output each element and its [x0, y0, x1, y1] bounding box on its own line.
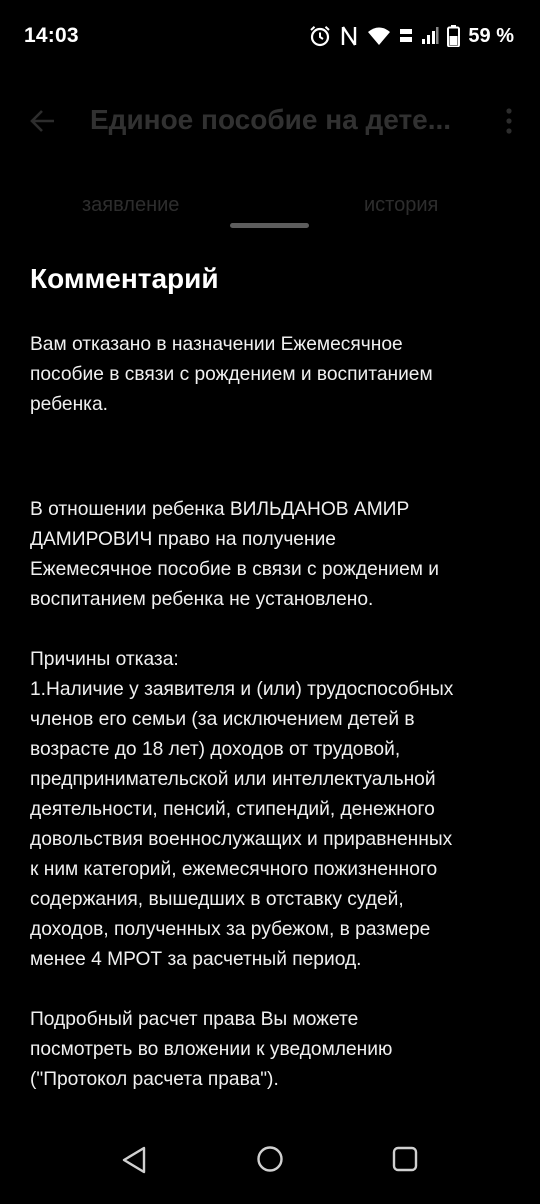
- status-icons: 59 %: [309, 22, 514, 50]
- system-nav-bar: [0, 1114, 540, 1204]
- comment-paragraph: Вам отказано в назначении Ежемесячное по…: [30, 334, 433, 415]
- tab-bar: заявление история: [0, 190, 540, 224]
- signal-icon: [421, 26, 439, 46]
- sheet-title: Комментарий: [30, 263, 219, 294]
- alarm-icon: [309, 25, 331, 47]
- app-bar: Единое пособие на дете...: [0, 88, 540, 158]
- comment-paragraph: В отношении ребенка ВИЛЬДАНОВ АМИР ДАМИР…: [30, 499, 439, 610]
- tab-application[interactable]: заявление: [82, 194, 179, 217]
- volte-icon: [399, 26, 413, 46]
- arrow-left-icon[interactable]: [28, 106, 58, 136]
- comment-paragraph: Подробный расчет права Вы можете посмотр…: [30, 1009, 393, 1090]
- nfc-icon: [339, 25, 359, 47]
- app-title: Единое пособие на дете...: [90, 104, 452, 135]
- wifi-icon: [367, 26, 391, 46]
- battery-icon: [447, 25, 461, 47]
- status-bar: 14:03 59 %: [0, 0, 540, 72]
- status-time: 14:03: [24, 24, 79, 47]
- nav-back-icon[interactable]: [118, 1144, 150, 1176]
- nav-recents-icon[interactable]: [391, 1145, 419, 1173]
- comment-content: Вам отказано в назначении Ежемесячное по…: [30, 330, 518, 1095]
- tab-history[interactable]: история: [364, 194, 438, 217]
- comment-paragraph: Причины отказа: 1.Наличие у заявителя и …: [30, 649, 454, 970]
- more-vertical-icon[interactable]: [504, 106, 514, 136]
- nav-home-icon[interactable]: [255, 1144, 285, 1174]
- battery-percent: 59 %: [468, 24, 514, 47]
- sheet-drag-handle[interactable]: [230, 223, 309, 228]
